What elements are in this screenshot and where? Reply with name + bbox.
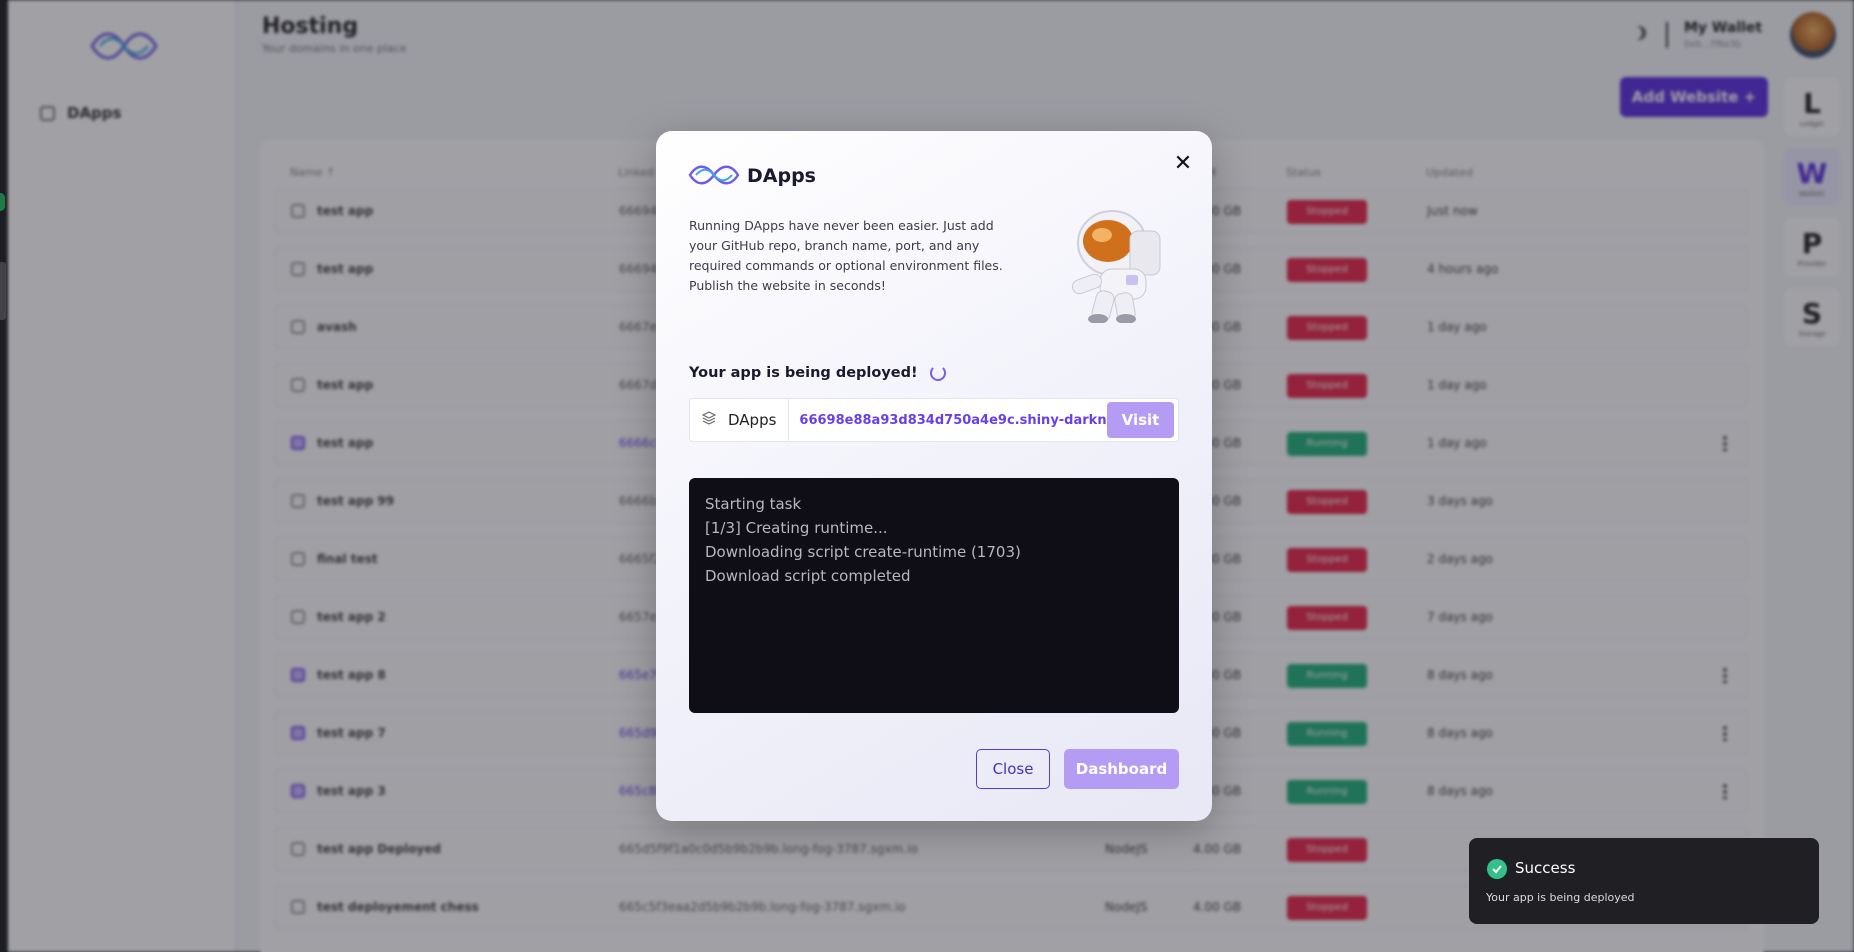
visit-button[interactable]: Visit — [1107, 402, 1174, 438]
deploy-modal: DApps ✕ Running DApps have never been ea… — [656, 131, 1212, 821]
toast-title: Success — [1515, 859, 1576, 877]
layers-icon — [701, 411, 717, 429]
astronaut-illustration — [1054, 183, 1184, 327]
deployment-url[interactable]: 66698e88a93d834d750a4e9c.shiny-darkness — [789, 413, 1107, 428]
log-line: [1/3] Creating runtime... — [705, 519, 888, 537]
loading-spinner-icon — [929, 365, 946, 381]
url-app-chip: DApps — [690, 399, 790, 441]
deploy-status-text: Your app is being deployed! — [689, 365, 918, 381]
close-icon[interactable]: ✕ — [1170, 151, 1196, 177]
url-app-name: DApps — [728, 411, 777, 429]
deployment-url-bar: DApps 66698e88a93d834d750a4e9c.shiny-dar… — [689, 398, 1179, 442]
log-line: Starting task — [705, 495, 802, 513]
toast-message: Your app is being deployed — [1486, 891, 1635, 904]
close-button[interactable]: Close — [976, 749, 1050, 789]
modal-title: DApps — [747, 165, 816, 187]
deploy-status: Your app is being deployed! — [689, 365, 946, 381]
dashboard-button[interactable]: Dashboard — [1064, 749, 1179, 789]
deploy-log-terminal[interactable]: Starting task [1/3] Creating runtime... … — [689, 478, 1179, 713]
log-line: Download script completed — [705, 567, 911, 585]
success-toast[interactable]: Success Your app is being deployed — [1469, 838, 1819, 924]
log-line: Downloading script create-runtime (1703) — [705, 543, 1021, 561]
check-circle-icon — [1487, 859, 1507, 879]
dapps-logo — [688, 161, 740, 193]
modal-description: Running DApps have never been easier. Ju… — [689, 218, 1003, 293]
